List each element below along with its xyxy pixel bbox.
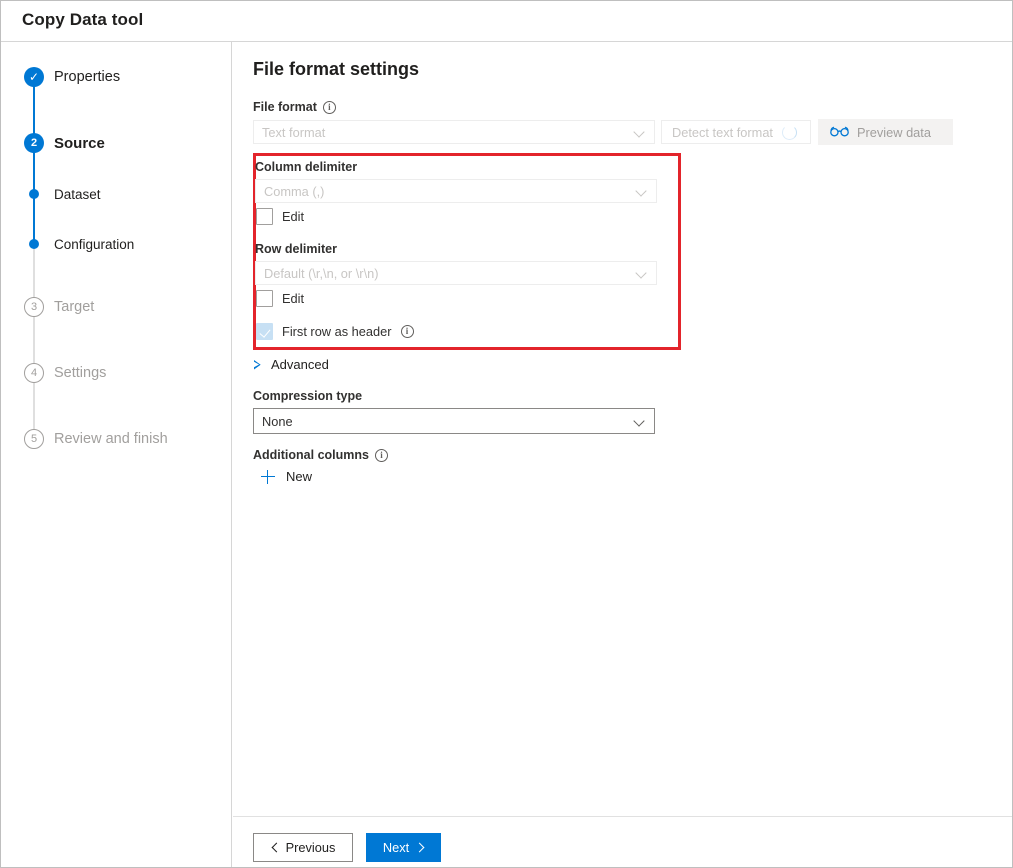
column-delimiter-edit-checkbox-row[interactable]: Edit: [256, 208, 304, 225]
chevron-right-icon: [254, 360, 261, 370]
chevron-down-icon: [636, 185, 648, 197]
section-title: File format settings: [253, 59, 419, 80]
chevron-down-icon: [634, 415, 646, 427]
page-title: Copy Data tool: [22, 10, 143, 30]
file-format-label-text: File format: [253, 100, 317, 114]
first-row-as-header-label: First row as header: [282, 324, 392, 339]
compression-type-value: None: [262, 414, 634, 429]
row-delimiter-label: Row delimiter: [255, 242, 337, 256]
loading-spinner-icon: [782, 125, 797, 140]
column-delimiter-value: Comma (,): [264, 184, 636, 199]
file-format-dropdown[interactable]: Text format: [253, 120, 655, 144]
row-delimiter-edit-checkbox[interactable]: [256, 290, 273, 307]
previous-button[interactable]: Previous: [253, 833, 353, 862]
file-format-label: File format i: [253, 100, 336, 114]
info-icon[interactable]: i: [375, 449, 388, 462]
detect-text-format-label: Detect text format: [672, 125, 773, 140]
column-delimiter-edit-label: Edit: [282, 209, 304, 224]
step-number-badge: 4: [24, 363, 44, 383]
detect-text-format-button[interactable]: Detect text format: [661, 120, 811, 144]
first-row-as-header-checkbox[interactable]: [256, 323, 273, 340]
file-format-value: Text format: [262, 125, 634, 140]
wizard-sidebar: ✓ Properties 2 Source Dataset Configurat…: [1, 42, 232, 868]
sidebar-item-label: Review and finish: [54, 431, 168, 447]
preview-data-label: Preview data: [857, 125, 931, 140]
sidebar-item-label: Target: [54, 299, 94, 315]
advanced-toggle[interactable]: Advanced: [254, 357, 329, 372]
row-delimiter-value: Default (\r,\n, or \r\n): [264, 266, 636, 281]
column-delimiter-label-text: Column delimiter: [255, 160, 357, 174]
add-new-column-label: New: [286, 469, 312, 484]
compression-type-label: Compression type: [253, 389, 362, 403]
info-icon[interactable]: i: [323, 101, 336, 114]
step-number-badge: 3: [24, 297, 44, 317]
column-delimiter-label: Column delimiter: [255, 160, 357, 174]
step-dot-icon: [29, 239, 39, 249]
window-header: Copy Data tool: [1, 1, 1012, 42]
sidebar-item-label: Dataset: [54, 187, 101, 202]
column-delimiter-edit-checkbox[interactable]: [256, 208, 273, 225]
sidebar-item-label: Configuration: [54, 237, 134, 252]
chevron-down-icon: [634, 126, 646, 138]
plus-icon: [261, 470, 275, 484]
chevron-left-icon: [271, 844, 279, 852]
compression-type-label-text: Compression type: [253, 389, 362, 403]
wizard-footer: Previous Next: [233, 816, 1012, 868]
row-delimiter-edit-label: Edit: [282, 291, 304, 306]
first-row-as-header-row[interactable]: First row as header i: [256, 323, 414, 340]
column-delimiter-dropdown[interactable]: Comma (,): [255, 179, 657, 203]
sidebar-item-label: Settings: [54, 365, 106, 381]
copy-data-tool-window: Copy Data tool ✓ Properties 2 Source: [0, 0, 1013, 868]
row-delimiter-edit-checkbox-row[interactable]: Edit: [256, 290, 304, 307]
step-dot-icon: [29, 189, 39, 199]
chevron-right-icon: [416, 844, 424, 852]
row-delimiter-dropdown[interactable]: Default (\r,\n, or \r\n): [255, 261, 657, 285]
additional-columns-label-text: Additional columns: [253, 448, 369, 462]
add-new-column-button[interactable]: New: [261, 469, 312, 484]
step-complete-icon: ✓: [24, 67, 44, 87]
info-icon[interactable]: i: [401, 325, 414, 338]
main-content: File format settings File format i Text …: [233, 42, 1012, 816]
preview-data-button[interactable]: Preview data: [818, 119, 953, 145]
sidebar-item-label: Source: [54, 135, 105, 152]
chevron-down-icon: [636, 267, 648, 279]
additional-columns-label: Additional columns i: [253, 448, 388, 462]
next-button[interactable]: Next: [366, 833, 441, 862]
row-delimiter-label-text: Row delimiter: [255, 242, 337, 256]
previous-button-label: Previous: [286, 840, 336, 855]
glasses-icon: [830, 125, 849, 140]
advanced-label: Advanced: [271, 357, 329, 372]
step-number-badge: 2: [24, 133, 44, 153]
step-number-badge: 5: [24, 429, 44, 449]
compression-type-dropdown[interactable]: None: [253, 408, 655, 434]
sidebar-item-label: Properties: [54, 69, 120, 85]
next-button-label: Next: [383, 840, 409, 855]
